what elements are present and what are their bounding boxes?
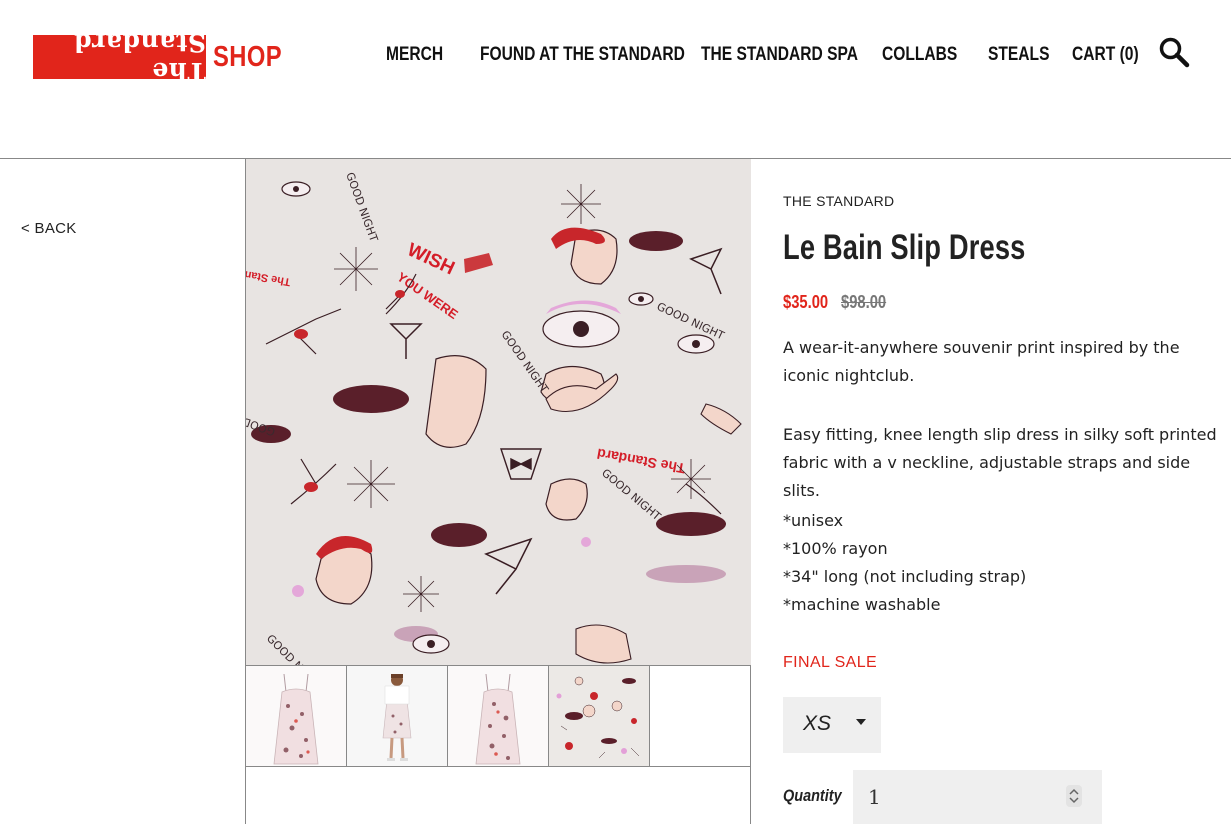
- nav-collabs[interactable]: COLLABS: [882, 44, 957, 66]
- nav-the-standard-spa[interactable]: THE STANDARD SPA: [701, 44, 858, 66]
- logo-wordmark: The Standard: [73, 28, 206, 86]
- shop-logo[interactable]: The Standard SHOP: [33, 28, 297, 86]
- nav-found-at-the-standard[interactable]: FOUND AT THE STANDARD: [480, 44, 685, 66]
- product-brand: THE STANDARD: [783, 193, 895, 209]
- nav-cart[interactable]: CART (0): [1072, 44, 1139, 66]
- detail-item: *machine washable: [783, 595, 941, 614]
- quantity-label: Quantity: [783, 786, 842, 805]
- product-details-list: *unisex *100% rayon *34" long (not inclu…: [783, 507, 1231, 619]
- caret-down-icon: [856, 719, 866, 725]
- nav-merch[interactable]: MERCH: [386, 44, 443, 66]
- product-title: Le Bain Slip Dress: [783, 228, 1026, 267]
- thumbnail-dress-flat-front[interactable]: [246, 666, 347, 766]
- thumbnail-dress-on-model[interactable]: [347, 666, 448, 766]
- main-product-image[interactable]: WISH YOU WERE The Standard The Standard …: [246, 159, 751, 666]
- sale-price: $35.00: [783, 292, 829, 312]
- quantity-input[interactable]: 1: [853, 770, 1102, 824]
- quantity-value: 1: [868, 785, 881, 809]
- nav-steals[interactable]: STEALS: [988, 44, 1049, 66]
- original-price: $98.00: [841, 292, 887, 312]
- size-select[interactable]: XS: [783, 697, 881, 753]
- print-pattern: WISH YOU WERE The Standard The Standard …: [246, 159, 751, 665]
- back-link[interactable]: < BACK: [21, 220, 77, 237]
- logo-shop-text: SHOP: [213, 40, 283, 73]
- detail-item: *34" long (not including strap): [783, 567, 1027, 586]
- detail-item: *unisex: [783, 511, 844, 530]
- product-gallery: WISH YOU WERE The Standard The Standard …: [245, 159, 751, 824]
- detail-item: *100% rayon: [783, 539, 888, 558]
- size-selected-value: XS: [803, 712, 832, 735]
- final-sale-notice: FINAL SALE: [783, 654, 878, 671]
- thumbnail-print-detail[interactable]: [549, 666, 650, 766]
- quantity-stepper[interactable]: [1066, 785, 1082, 807]
- thumbnail-dress-flat-back[interactable]: [448, 666, 549, 766]
- thumbnail-strip: [246, 666, 751, 767]
- search-icon[interactable]: [1158, 36, 1190, 68]
- stepper-arrows-icon: [1069, 788, 1079, 804]
- the-standard-logo: The Standard: [33, 28, 206, 86]
- product-description-2: Easy fitting, knee length slip dress in …: [783, 425, 1217, 500]
- product-description-1: A wear-it-anywhere souvenir print inspir…: [783, 338, 1180, 385]
